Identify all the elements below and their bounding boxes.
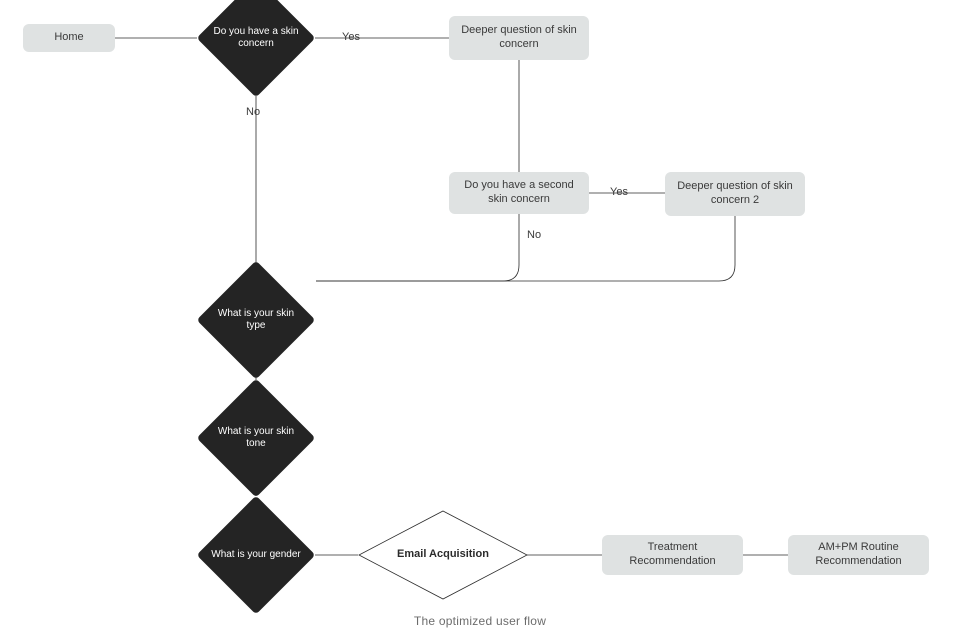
edge-label-yes-2: Yes — [610, 186, 628, 198]
node-skin-concern-label: Do you have a skin concern — [211, 26, 301, 51]
node-skin-tone: What is your skin tone — [196, 378, 316, 498]
edge-label-yes-1: Yes — [342, 31, 360, 43]
edge-label-no-1: No — [246, 106, 260, 118]
node-deeper-2-label: Deeper question of skin concern 2 — [675, 180, 795, 208]
node-gender: What is your gender — [196, 495, 316, 615]
node-deeper-2: Deeper question of skin concern 2 — [665, 172, 805, 216]
node-deeper-1: Deeper question of skin concern — [449, 16, 589, 60]
node-routine-label: AM+PM Routine Recommendation — [798, 541, 919, 569]
edge-label-no-2: No — [527, 229, 541, 241]
node-deeper-1-label: Deeper question of skin concern — [459, 24, 579, 52]
node-skin-tone-label: What is your skin tone — [211, 426, 301, 451]
node-skin-concern: Do you have a skin concern — [196, 0, 316, 98]
node-home: Home — [23, 24, 115, 52]
node-skin-type-label: What is your skin type — [211, 308, 301, 333]
node-routine: AM+PM Routine Recommendation — [788, 535, 929, 575]
node-treatment-label: Treatment Recommendation — [612, 541, 733, 569]
node-treatment: Treatment Recommendation — [602, 535, 743, 575]
node-gender-label: What is your gender — [211, 549, 301, 562]
node-home-label: Home — [54, 31, 83, 45]
flowchart-canvas: Home Do you have a skin concern Yes No D… — [0, 0, 960, 632]
node-second-concern-label: Do you have a second skin concern — [459, 179, 579, 207]
node-skin-type: What is your skin type — [196, 260, 316, 380]
node-email: Email Acquisition — [358, 510, 528, 600]
node-second-concern: Do you have a second skin concern — [449, 172, 589, 214]
diagram-caption: The optimized user flow — [336, 614, 624, 628]
node-email-label: Email Acquisition — [397, 548, 489, 562]
